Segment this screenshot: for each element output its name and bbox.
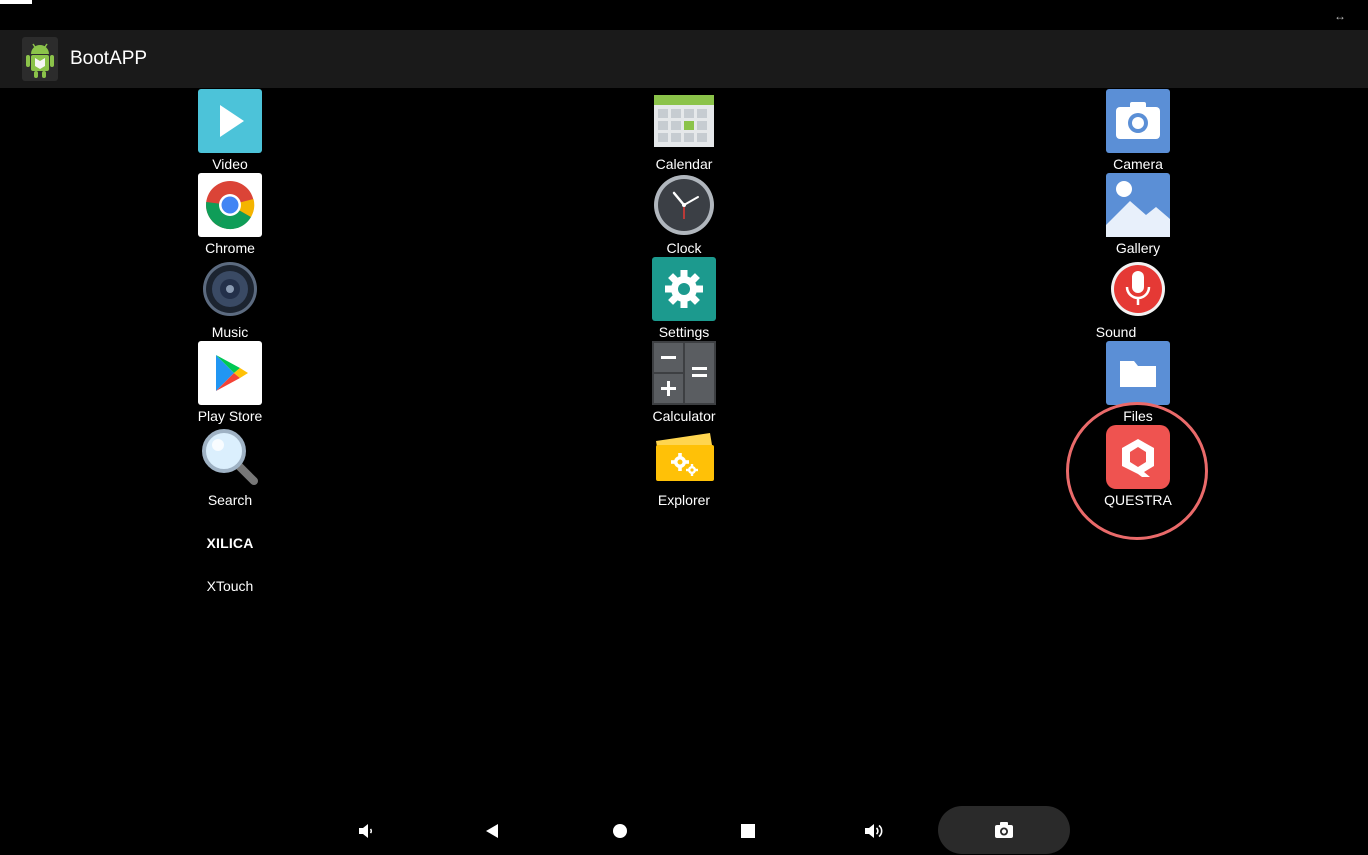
app-explorer[interactable]: Explorer: [624, 425, 744, 509]
status-strip: ↔: [0, 0, 1368, 30]
speaker-icon: [203, 262, 257, 316]
volume-down-icon[interactable]: [346, 816, 386, 846]
app-calendar[interactable]: Calendar: [624, 89, 744, 173]
app-chrome[interactable]: Chrome: [170, 173, 290, 257]
app-play-store[interactable]: Play Store: [170, 341, 290, 425]
calendar-icon: [654, 95, 714, 147]
window-title: BootAPP: [70, 48, 148, 69]
app-label-video: Video: [212, 156, 248, 172]
home-icon[interactable]: [600, 816, 640, 846]
gallery-icon: [1106, 173, 1170, 237]
back-icon[interactable]: [472, 816, 512, 846]
folder-icon: [1106, 341, 1170, 405]
app-sound[interactable]: Sound: [1078, 257, 1198, 341]
app-label-settings: Settings: [658, 324, 710, 340]
camera-icon: [1106, 89, 1170, 153]
navigation-bar: [0, 806, 1368, 855]
folder-gear-icon: [656, 433, 714, 481]
recents-icon[interactable]: [728, 816, 768, 846]
calculator-icon: [652, 341, 716, 405]
play-store-icon: [198, 341, 262, 405]
app-label-sound: Sound: [1095, 324, 1137, 340]
magnifier-icon: [202, 429, 258, 485]
app-music[interactable]: Music: [170, 257, 290, 341]
app-video[interactable]: Video: [170, 89, 290, 173]
screenshot-icon: [995, 822, 1013, 838]
app-label-xtouch[interactable]: XTouch: [170, 578, 290, 594]
app-settings[interactable]: Settings: [624, 257, 744, 341]
xilica-logo[interactable]: XILICA: [170, 535, 290, 551]
app-label-music: Music: [211, 324, 249, 340]
questra-highlight-circle: [1066, 402, 1208, 540]
app-label-clock: Clock: [666, 240, 702, 256]
app-calculator[interactable]: Calculator: [624, 341, 744, 425]
gear-icon: [652, 257, 716, 321]
microphone-icon: [1111, 262, 1165, 316]
app-label-calculator: Calculator: [652, 408, 716, 424]
app-label-search: Search: [207, 492, 253, 508]
status-indicator: [0, 0, 32, 4]
app-label-calendar: Calendar: [655, 156, 713, 172]
app-camera[interactable]: Camera: [1078, 89, 1198, 173]
volume-up-icon[interactable]: [854, 816, 894, 846]
video-icon: [198, 89, 262, 153]
resize-icon[interactable]: ↔: [1334, 10, 1346, 22]
app-search[interactable]: Search: [170, 425, 290, 509]
app-label-explorer: Explorer: [657, 492, 711, 508]
clock-icon: [654, 175, 714, 235]
chrome-icon: [198, 173, 262, 237]
app-label-play-store: Play Store: [197, 408, 263, 424]
app-titlebar: BootAPP: [0, 30, 1368, 88]
app-label-camera: Camera: [1113, 156, 1163, 172]
app-gallery[interactable]: Gallery: [1078, 173, 1198, 257]
app-label-gallery: Gallery: [1115, 240, 1161, 256]
app-label-chrome: Chrome: [205, 240, 255, 256]
screenshot-button[interactable]: [938, 806, 1070, 854]
android-icon: [22, 37, 58, 81]
app-clock[interactable]: Clock: [624, 173, 744, 257]
